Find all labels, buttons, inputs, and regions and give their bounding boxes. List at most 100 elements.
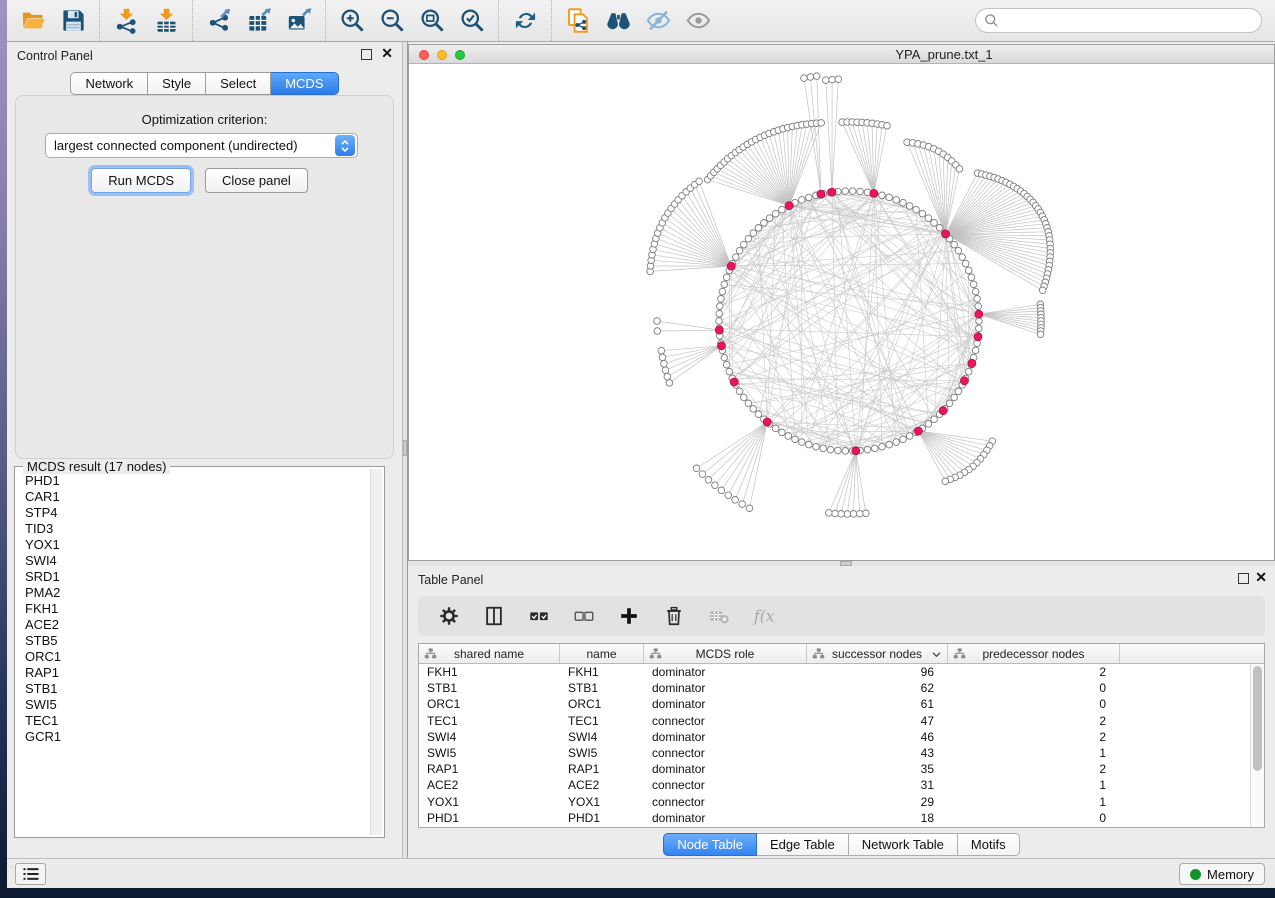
mcds-result-item[interactable]: STB5 xyxy=(17,633,368,649)
tab-edge-table[interactable]: Edge Table xyxy=(757,833,849,856)
mcds-result-item[interactable]: RAP1 xyxy=(17,665,368,681)
search-field[interactable] xyxy=(975,8,1262,33)
optimization-criterion-label: Optimization criterion: xyxy=(7,112,402,127)
tree-icon xyxy=(953,647,966,660)
save-session-button[interactable] xyxy=(53,3,93,39)
delete-column-button[interactable] xyxy=(663,605,685,627)
search-input[interactable] xyxy=(1004,13,1253,28)
table-row[interactable]: RAP1RAP1dominator352 xyxy=(419,761,1264,777)
column-header-predecessor-nodes[interactable]: predecessor nodes xyxy=(948,644,1120,663)
window-zoom-button[interactable] xyxy=(455,50,465,60)
mcds-result-item[interactable]: TEC1 xyxy=(17,713,368,729)
mcds-result-item[interactable]: YOX1 xyxy=(17,537,368,553)
column-label: successor nodes xyxy=(832,647,922,661)
deselect-all-rows-button[interactable] xyxy=(573,605,595,627)
mcds-result-list[interactable]: PHD1CAR1STP4TID3YOX1SWI4SRD1PMA2FKH1ACE2… xyxy=(17,473,368,835)
table-cell: 61 xyxy=(807,697,948,711)
table-row[interactable]: FKH1FKH1dominator962 xyxy=(419,664,1264,680)
table-row[interactable]: ACE2ACE2connector311 xyxy=(419,777,1264,793)
mcds-result-item[interactable]: STP4 xyxy=(17,505,368,521)
table-cell: PHD1 xyxy=(560,811,644,825)
network-canvas[interactable] xyxy=(409,64,1274,560)
duplicate-network-button[interactable] xyxy=(558,3,598,39)
mcds-result-item[interactable]: PHD1 xyxy=(17,473,368,489)
table-body: FKH1FKH1dominator962STB1STB1dominator620… xyxy=(419,664,1264,826)
zoom-in-icon xyxy=(339,7,366,34)
open-file-button[interactable] xyxy=(13,3,53,39)
hide-selected-button[interactable] xyxy=(638,3,678,39)
mcds-result-item[interactable]: SWI5 xyxy=(17,697,368,713)
table-row[interactable]: SWI4SWI4dominator462 xyxy=(419,729,1264,745)
refresh-icon xyxy=(512,7,539,34)
memory-button[interactable]: Memory xyxy=(1179,863,1265,885)
mcds-result-item[interactable]: ORC1 xyxy=(17,649,368,665)
mcds-result-item[interactable]: PMA2 xyxy=(17,585,368,601)
scrollbar-thumb[interactable] xyxy=(1253,666,1262,771)
mcds-result-item[interactable]: TID3 xyxy=(17,521,368,537)
network-graph[interactable] xyxy=(409,64,1274,560)
import-table-button[interactable] xyxy=(146,3,186,39)
column-header-shared-name[interactable]: shared name xyxy=(419,644,560,663)
tab-style[interactable]: Style xyxy=(148,72,206,95)
tab-select[interactable]: Select xyxy=(206,72,271,95)
float-icon[interactable] xyxy=(361,49,372,60)
mcds-result-item[interactable]: GCR1 xyxy=(17,729,368,745)
export-table-icon xyxy=(246,7,273,34)
mcds-result-item[interactable]: ACE2 xyxy=(17,617,368,633)
table-row[interactable]: ORC1ORC1dominator610 xyxy=(419,696,1264,712)
column-header-MCDS-role[interactable]: MCDS role xyxy=(644,644,807,663)
mcds-result-item[interactable]: FKH1 xyxy=(17,601,368,617)
table-cell: FKH1 xyxy=(419,665,560,679)
import-network-button[interactable] xyxy=(106,3,146,39)
float-icon[interactable] xyxy=(1238,573,1249,584)
tab-network[interactable]: Network xyxy=(70,72,148,95)
optimization-criterion-select[interactable]: largest connected component (undirected) xyxy=(45,133,358,158)
main-toolbar xyxy=(7,0,1275,42)
export-network-button[interactable] xyxy=(199,3,239,39)
column-header-name[interactable]: name xyxy=(560,644,644,663)
mcds-list-scrollbar[interactable] xyxy=(370,469,382,835)
import-table-icon xyxy=(153,7,180,34)
tab-node-table[interactable]: Node Table xyxy=(663,833,757,856)
close-icon[interactable]: ✕ xyxy=(381,46,393,60)
mcds-result-item[interactable]: CAR1 xyxy=(17,489,368,505)
tab-network-table[interactable]: Network Table xyxy=(849,833,958,856)
zoom-selected-button[interactable] xyxy=(452,3,492,39)
export-table-button[interactable] xyxy=(239,3,279,39)
panel-menu-button[interactable] xyxy=(15,863,46,885)
mcds-result-item[interactable]: STB1 xyxy=(17,681,368,697)
tab-motifs[interactable]: Motifs xyxy=(958,833,1020,856)
apply-layout-button[interactable] xyxy=(505,3,545,39)
mcds-result-item[interactable]: SRD1 xyxy=(17,569,368,585)
column-header-successor-nodes[interactable]: successor nodes xyxy=(807,644,948,663)
zoom-in-button[interactable] xyxy=(332,3,372,39)
table-row[interactable]: YOX1YOX1connector291 xyxy=(419,794,1264,810)
table-cell: 47 xyxy=(807,714,948,728)
tab-mcds[interactable]: MCDS xyxy=(271,72,338,95)
show-columns-button[interactable] xyxy=(483,605,505,627)
table-row[interactable]: SWI5SWI5connector431 xyxy=(419,745,1264,761)
window-minimize-button[interactable] xyxy=(437,50,447,60)
first-neighbors-button[interactable] xyxy=(598,3,638,39)
mcds-result-item[interactable]: SWI4 xyxy=(17,553,368,569)
table-cell: connector xyxy=(644,714,807,728)
close-panel-button[interactable]: Close panel xyxy=(205,168,308,193)
network-titlebar[interactable]: YPA_prune.txt_1 xyxy=(409,45,1274,64)
table-options-button[interactable] xyxy=(438,605,460,627)
add-column-button[interactable] xyxy=(618,605,640,627)
table-cell: 96 xyxy=(807,665,948,679)
table-cell: 35 xyxy=(807,762,948,776)
show-all-button[interactable] xyxy=(678,3,718,39)
zoom-fit-button[interactable] xyxy=(412,3,452,39)
table-row[interactable]: TEC1TEC1connector472 xyxy=(419,713,1264,729)
splitter-handle[interactable] xyxy=(403,440,407,456)
close-icon[interactable]: ✕ xyxy=(1255,570,1267,584)
select-all-rows-button[interactable] xyxy=(528,605,550,627)
run-mcds-button[interactable]: Run MCDS xyxy=(91,168,191,193)
table-scrollbar[interactable] xyxy=(1250,664,1264,827)
export-image-button[interactable] xyxy=(279,3,319,39)
table-row[interactable]: PHD1PHD1dominator180 xyxy=(419,810,1264,826)
window-close-button[interactable] xyxy=(419,50,429,60)
table-row[interactable]: STB1STB1dominator620 xyxy=(419,680,1264,696)
zoom-out-button[interactable] xyxy=(372,3,412,39)
